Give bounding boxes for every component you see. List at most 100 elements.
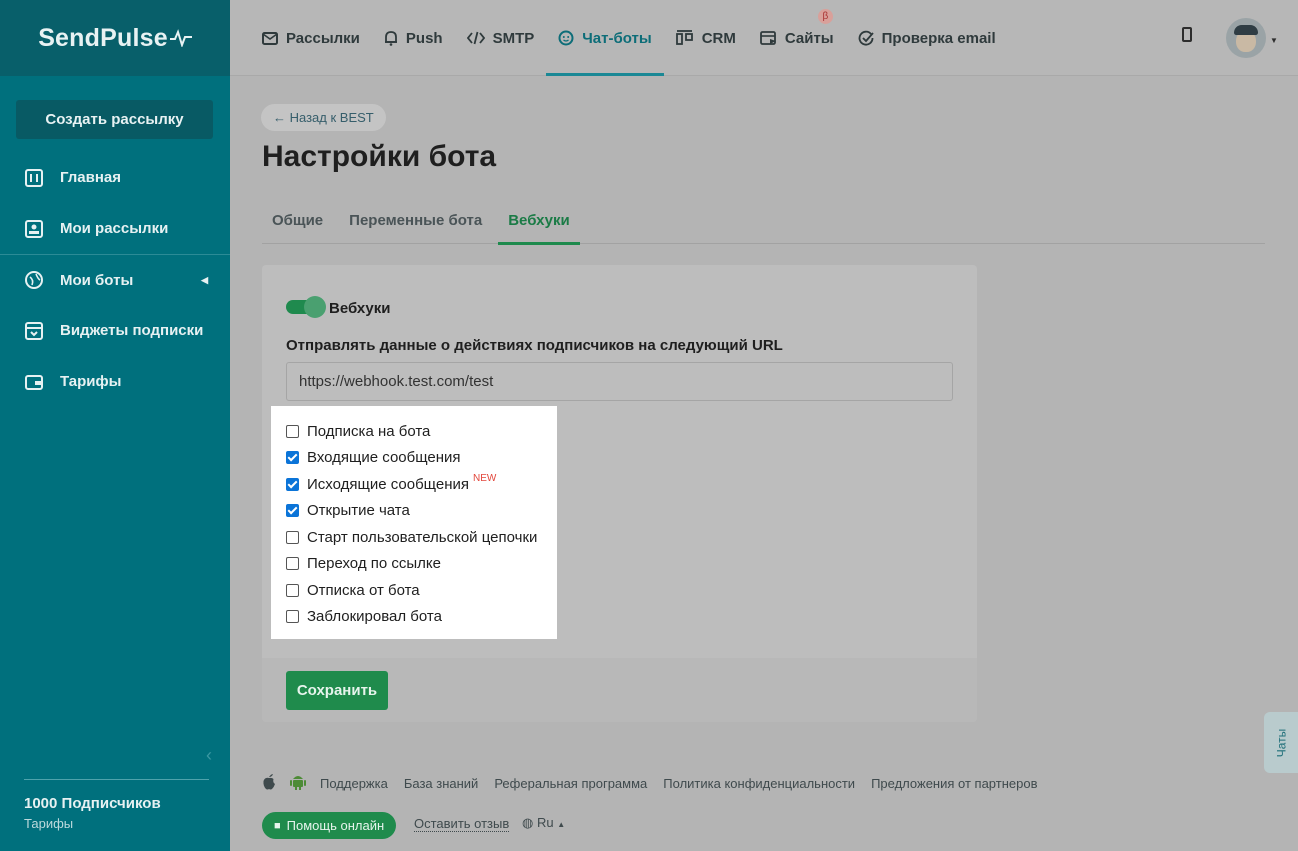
envelope-icon — [262, 31, 278, 45]
checkbox[interactable] — [286, 504, 299, 518]
chevron-down-icon[interactable]: ▼ — [1270, 36, 1278, 45]
nav-item-label: SMTP — [492, 29, 535, 47]
nav-item-label: Проверка email — [881, 29, 996, 47]
sidebar-item-label: Мои боты — [60, 271, 134, 289]
sidebar-item-label: Главная — [60, 169, 122, 186]
website-icon — [759, 30, 777, 46]
event-blocked-bot[interactable]: Заблокировал бота — [271, 604, 557, 631]
crm-icon — [675, 30, 694, 46]
event-flow-start[interactable]: Старт пользовательской цепочки — [271, 524, 557, 551]
android-icon[interactable] — [290, 772, 306, 795]
webhooks-toggle-label: Вебхуки — [329, 300, 391, 317]
nav-item-sites[interactable]: Сайты β — [748, 0, 846, 76]
chats-label: Чаты — [1274, 728, 1288, 757]
checkbox[interactable] — [286, 424, 299, 438]
checkbox[interactable] — [286, 610, 299, 624]
event-label: Переход по ссылке — [307, 555, 441, 573]
nav-item-crm[interactable]: CRM — [664, 0, 748, 76]
beta-badge: β — [817, 9, 833, 24]
event-subscribe[interactable]: Подписка на бота — [271, 418, 557, 445]
chat-bubble-icon: ■ — [274, 819, 281, 832]
caret-left-icon: ◀ — [201, 274, 208, 285]
nav-item-smtp[interactable]: SMTP — [455, 0, 547, 76]
footer-link-knowledge-base[interactable]: База знаний — [404, 776, 479, 791]
sidebar-item-bots[interactable]: Мои боты ◀ — [0, 254, 230, 305]
webhooks-toggle[interactable] — [286, 296, 326, 318]
brand-name: SendPulse — [38, 23, 168, 52]
sidebar-item-home[interactable]: Главная — [0, 152, 230, 203]
event-label: Исходящие сообщения — [307, 475, 469, 493]
event-chat-opened[interactable]: Открытие чата — [271, 498, 557, 525]
footer-link-support[interactable]: Поддержка — [320, 776, 388, 791]
apple-icon[interactable] — [262, 773, 276, 795]
footer-link-referral[interactable]: Реферальная программа — [494, 776, 647, 791]
checkbox[interactable] — [286, 530, 299, 544]
save-button[interactable]: Сохранить — [286, 671, 388, 710]
sidebar-item-mailings[interactable]: Мои рассылки — [0, 203, 230, 254]
checkbox[interactable] — [286, 557, 299, 571]
check-circle-icon — [858, 30, 874, 46]
event-label: Открытие чата — [307, 502, 410, 520]
event-label: Подписка на бота — [307, 422, 431, 440]
event-incoming-messages[interactable]: Входящие сообщения — [271, 445, 557, 472]
mailings-icon — [24, 219, 44, 239]
event-unsubscribe[interactable]: Отписка от бота — [271, 577, 557, 604]
nav-item-mailings[interactable]: Рассылки — [250, 0, 372, 76]
bell-icon — [384, 30, 398, 46]
sidebar-item-label: Тарифы — [60, 373, 122, 390]
language-label: Ru — [536, 815, 554, 830]
language-selector[interactable]: ◍ Ru ▲ — [522, 815, 565, 831]
toggle-knob — [304, 296, 326, 318]
online-help-button[interactable]: ■ Помощь онлайн — [262, 812, 397, 839]
nav-item-label: Рассылки — [286, 29, 360, 47]
widget-icon — [24, 321, 44, 341]
chat-bot-icon — [558, 30, 574, 46]
tab-general[interactable]: Общие — [262, 196, 333, 244]
checkbox[interactable] — [286, 451, 299, 465]
tab-bot-variables[interactable]: Переменные бота — [339, 196, 492, 244]
caret-up-icon: ▲ — [557, 820, 566, 829]
webhook-events-list: Подписка на бота Входящие сообщения Исхо… — [271, 406, 557, 639]
footer-links: Поддержка База знаний Реферальная програ… — [262, 772, 1053, 795]
nav-item-email-verify[interactable]: Проверка email — [846, 0, 1008, 76]
avatar[interactable] — [1226, 18, 1266, 58]
top-navigation-bar: Рассылки Push SMTP Чат-боты CRM Сайты β … — [230, 0, 1298, 76]
event-label: Отписка от бота — [307, 581, 420, 599]
checkbox[interactable] — [286, 477, 299, 491]
page-title: Настройки бота — [262, 140, 497, 173]
event-link-click[interactable]: Переход по ссылке — [271, 551, 557, 578]
nav-item-label: CRM — [701, 29, 736, 47]
nav-item-push[interactable]: Push — [372, 0, 455, 76]
globe-icon — [24, 270, 44, 290]
code-icon — [466, 31, 485, 45]
dashboard-icon — [24, 168, 44, 188]
event-outgoing-messages[interactable]: Исходящие сообщения NEW — [271, 471, 557, 498]
leave-feedback-link[interactable]: Оставить отзыв — [414, 816, 510, 832]
tab-webhooks[interactable]: Вебхуки — [498, 196, 581, 245]
pulse-logo-icon — [169, 29, 192, 47]
event-label: Входящие сообщения — [307, 449, 461, 467]
footer-link-privacy[interactable]: Политика конфиденциальности — [663, 776, 855, 791]
event-label: Заблокировал бота — [307, 608, 442, 626]
create-campaign-button[interactable]: Создать рассылку — [16, 100, 213, 139]
mobile-app-icon[interactable] — [1182, 27, 1192, 42]
settings-tabs: Общие Переменные бота Вебхуки — [262, 196, 1265, 245]
sidebar-item-widgets[interactable]: Виджеты подписки — [0, 305, 230, 356]
chats-side-tab[interactable]: Чаты — [1264, 712, 1298, 773]
divider — [24, 779, 209, 780]
webhook-url-label: Отправлять данные о действиях подписчико… — [286, 337, 783, 354]
event-label: Старт пользовательской цепочки — [307, 528, 538, 546]
nav-item-chatbots[interactable]: Чат-боты — [546, 0, 665, 76]
subscriber-count: 1000 Подписчиков — [24, 795, 161, 812]
sidebar-item-label: Виджеты подписки — [60, 322, 204, 339]
webhook-url-input[interactable] — [286, 362, 953, 401]
checkbox[interactable] — [286, 583, 299, 597]
sidebar-item-pricing[interactable]: Тарифы — [0, 356, 230, 407]
pricing-link[interactable]: Тарифы — [24, 816, 73, 831]
sidebar: SendPulse Создать рассылку Главная Мои р… — [0, 0, 230, 851]
back-link[interactable]: ← Назад к BEST — [261, 104, 386, 131]
brand-logo[interactable]: SendPulse — [0, 0, 230, 76]
footer-link-partners[interactable]: Предложения от партнеров — [871, 776, 1037, 791]
help-label: Помощь онлайн — [286, 818, 385, 833]
collapse-sidebar-icon[interactable]: ‹ — [206, 745, 212, 766]
